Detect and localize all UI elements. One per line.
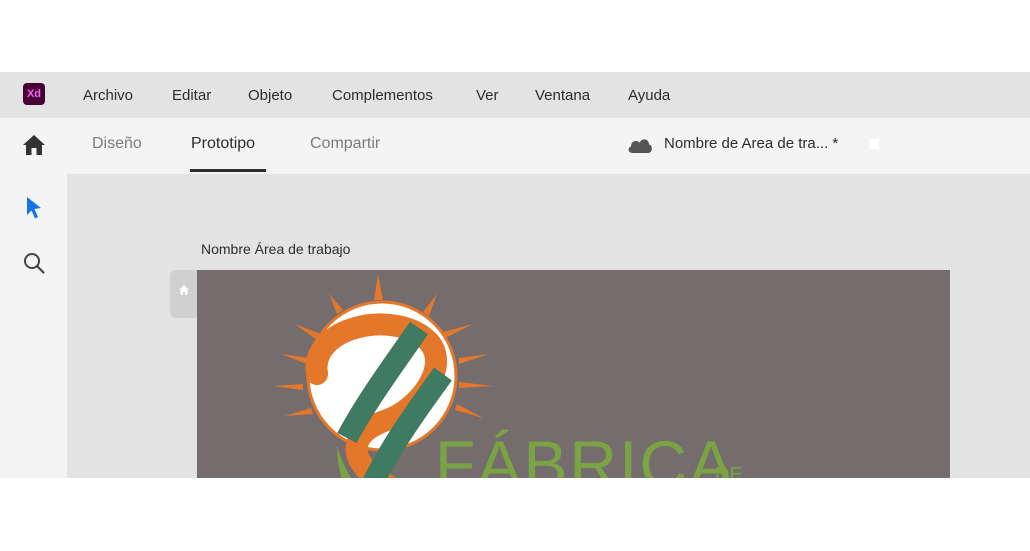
select-arrow-icon[interactable] [25, 196, 43, 220]
menu-ventana[interactable]: Ventana [535, 87, 590, 104]
menu-editar[interactable]: Editar [172, 87, 211, 104]
app-window: Xd Archivo Editar Objeto Complementos Ve… [0, 72, 1030, 478]
mode-bar: Diseño Prototipo Compartir Nombre de Are… [0, 118, 1030, 174]
tab-prototipo[interactable]: Prototipo [191, 135, 255, 153]
xd-logo-icon: Xd [23, 83, 45, 105]
menu-bar: Xd Archivo Editar Objeto Complementos Ve… [0, 72, 1030, 118]
home-icon[interactable] [22, 134, 46, 156]
tab-compartir[interactable]: Compartir [310, 135, 380, 153]
artboard-title[interactable]: Nombre Área de trabajo [201, 241, 350, 257]
home-marker[interactable] [170, 270, 198, 318]
menu-ayuda[interactable]: Ayuda [628, 87, 670, 104]
menu-complementos[interactable]: Complementos [332, 87, 433, 104]
artboard[interactable]: FÁBRICA DE [197, 270, 950, 478]
tools-panel [0, 174, 67, 478]
menu-objeto[interactable]: Objeto [248, 87, 292, 104]
home-icon [179, 285, 189, 295]
cloud-icon[interactable] [627, 137, 653, 153]
tab-diseno[interactable]: Diseño [92, 135, 142, 153]
zoom-icon[interactable] [23, 252, 45, 274]
status-square-icon [869, 139, 879, 149]
menu-archivo[interactable]: Archivo [83, 87, 133, 104]
menu-ver[interactable]: Ver [476, 87, 499, 104]
brand-text: FÁBRICA [435, 427, 736, 478]
active-tab-indicator [190, 169, 266, 172]
canvas[interactable]: Nombre Área de trabajo FÁBRICA DE [67, 174, 1030, 478]
document-name[interactable]: Nombre de Area de tra... * [664, 135, 838, 152]
brand-suffix: DE [715, 464, 743, 478]
